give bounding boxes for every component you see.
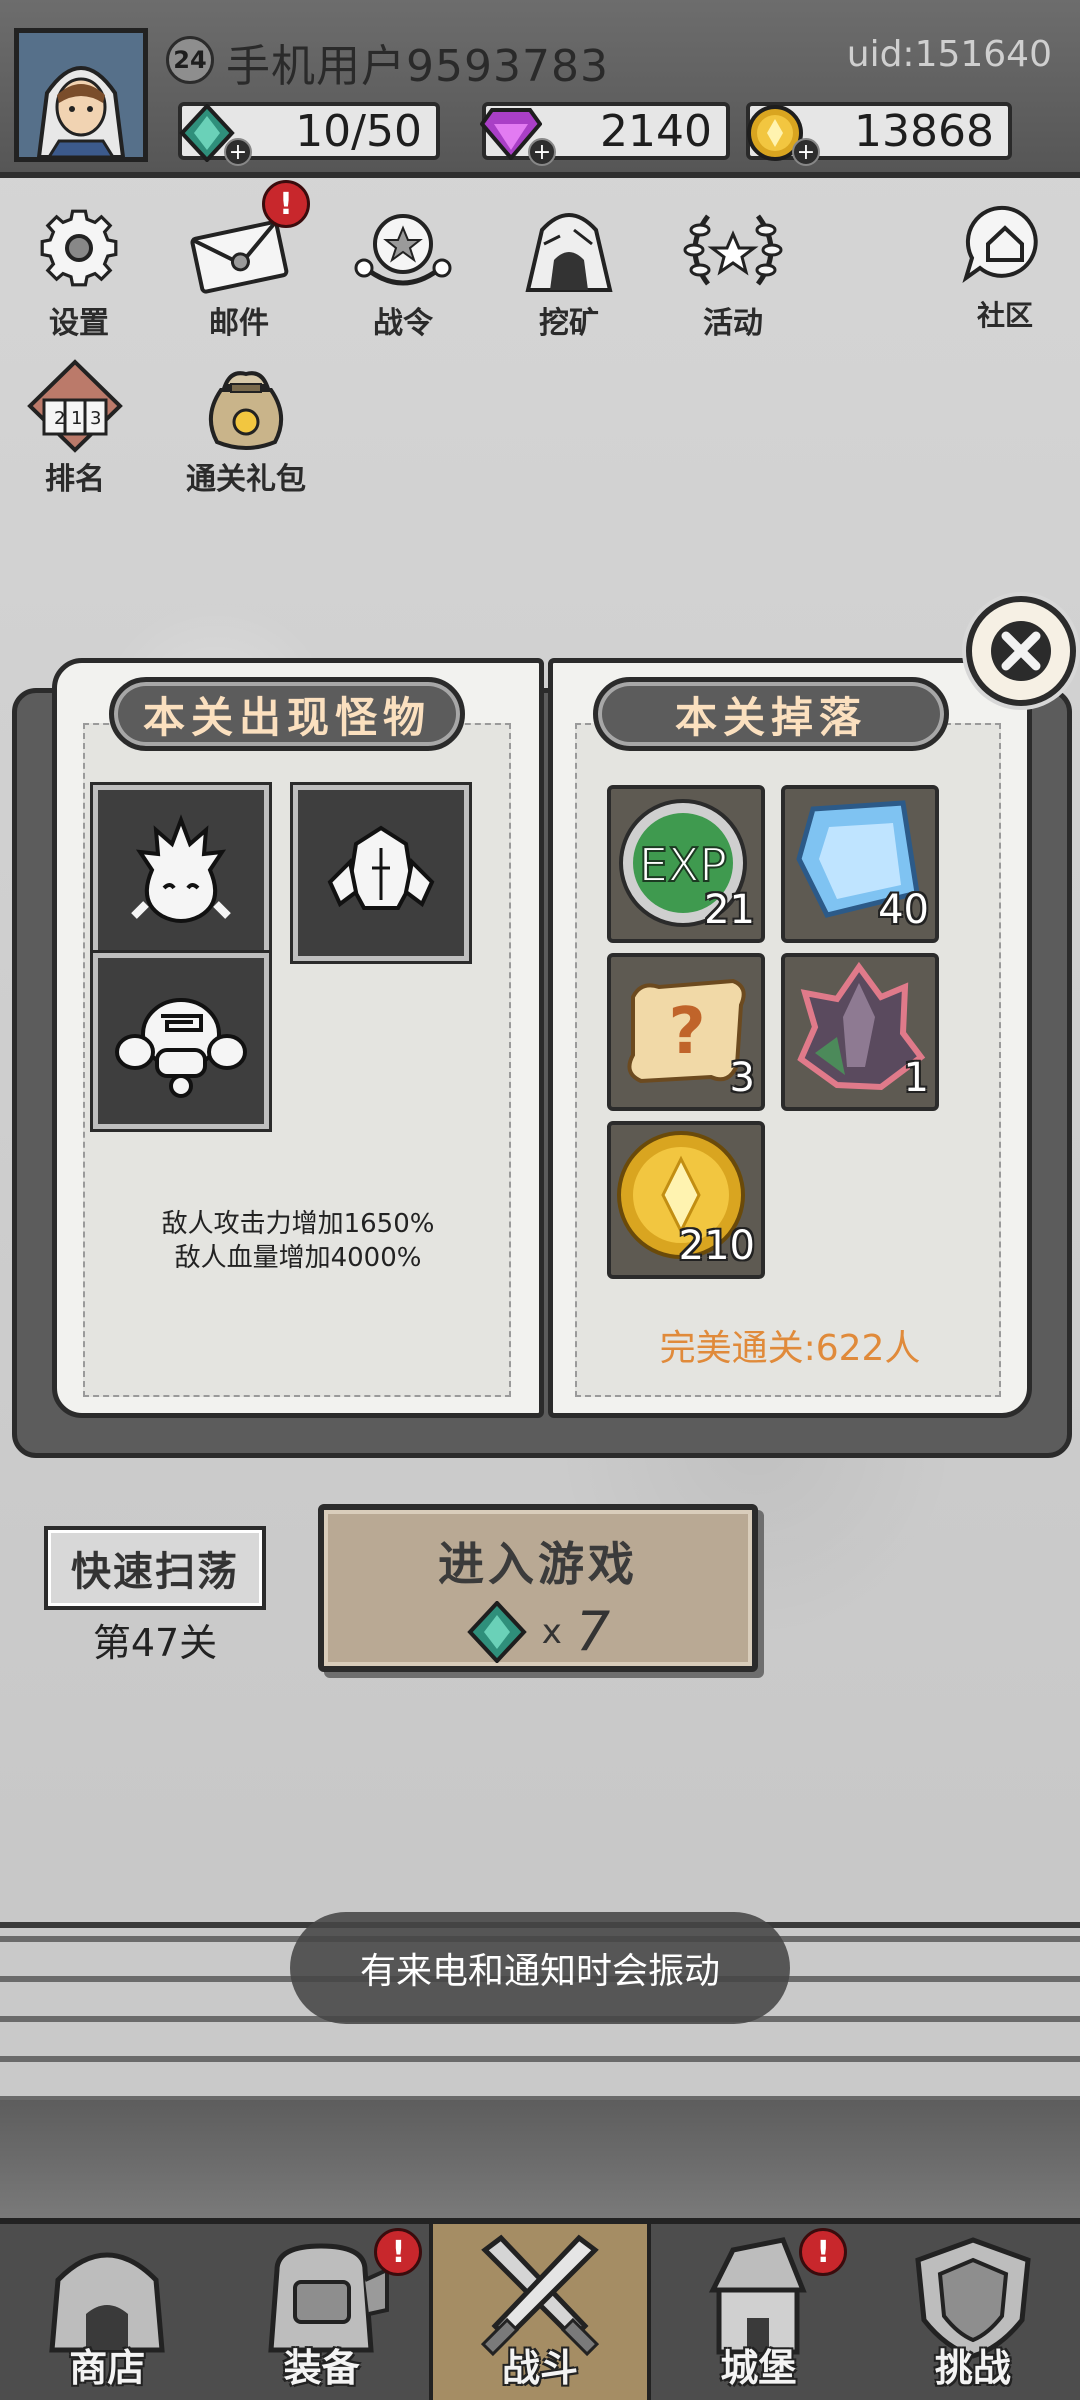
menu-settings[interactable]: 设置 bbox=[14, 200, 144, 342]
gear-icon bbox=[40, 209, 118, 287]
menu-community-label: 社区 bbox=[976, 299, 1033, 332]
add-stamina-button[interactable]: + bbox=[224, 138, 252, 166]
monster-flame-blob[interactable] bbox=[90, 782, 272, 964]
nav-equipment[interactable]: ! 装备 bbox=[214, 2224, 428, 2400]
gift-sack-icon bbox=[209, 371, 283, 450]
mine-cave-icon bbox=[525, 213, 613, 292]
drops-title: 本关掉落 bbox=[593, 677, 949, 751]
mail-notification-badge: ! bbox=[262, 180, 310, 228]
enter-game-button[interactable]: 进入游戏 x 7 bbox=[318, 1504, 758, 1672]
armored-beast-monster-icon bbox=[115, 998, 247, 1098]
menu-mail[interactable]: 邮件 ! bbox=[174, 180, 310, 342]
enter-cost: x 7 bbox=[324, 1600, 752, 1663]
drop-crystal-qty: 1 bbox=[903, 1055, 929, 1101]
flame-blob-monster-icon bbox=[131, 814, 231, 923]
menu-events-label: 活动 bbox=[703, 306, 763, 341]
stamina-counter: + 10/50 bbox=[178, 102, 440, 166]
drop-mystery-scroll[interactable]: ? 3 bbox=[607, 953, 765, 1111]
menu-mining[interactable]: 挖矿 bbox=[504, 200, 634, 342]
menu-ranking[interactable]: 2 1 3 排名 bbox=[10, 356, 140, 498]
drop-scroll-qty: 3 bbox=[729, 1055, 755, 1101]
uid-label: uid:151640 bbox=[846, 34, 1052, 75]
battle-pass-emblem-icon bbox=[354, 214, 452, 286]
nav-battle-label: 战斗 bbox=[502, 2346, 579, 2390]
perfect-clear-count: 完美通关:622人 bbox=[659, 1328, 921, 1369]
laurel-wreath-icon bbox=[683, 214, 783, 286]
drop-dark-crystal[interactable]: 1 bbox=[781, 953, 939, 1111]
menu-mail-label: 邮件 bbox=[209, 306, 269, 341]
cost-value: 7 bbox=[575, 1600, 611, 1663]
cost-multiplier: x bbox=[541, 1611, 562, 1652]
ground-strip bbox=[0, 2100, 1080, 2220]
drop-gold-coin[interactable]: 210 bbox=[607, 1121, 765, 1279]
enemy-attack-buff: 敌人攻击力增加1650% bbox=[161, 1209, 435, 1239]
svg-text:2: 2 bbox=[54, 408, 65, 429]
drop-exp[interactable]: EXP 21 bbox=[607, 785, 765, 943]
menu-clear-gift[interactable]: 通关礼包 bbox=[176, 356, 316, 498]
svg-text:1: 1 bbox=[71, 408, 82, 429]
username: 手机用户9593783 bbox=[226, 41, 609, 92]
system-toast: 有来电和通知时会振动 bbox=[290, 1912, 790, 2024]
menu-events[interactable]: 活动 bbox=[668, 200, 798, 342]
coins-counter: + 13868 bbox=[746, 102, 1012, 166]
nav-shop-label: 商店 bbox=[69, 2346, 146, 2390]
nav-equipment-label: 装备 bbox=[283, 2346, 360, 2390]
monster-armored-beast[interactable] bbox=[90, 950, 272, 1132]
enter-game-label: 进入游戏 bbox=[438, 1537, 638, 1591]
stage-info-book: 本关出现怪物 敌人攻击力增加1650% 敌人血量增加4000% 本关掉落 EXP… bbox=[12, 648, 1072, 1458]
nav-battle[interactable]: 战斗 bbox=[428, 2224, 652, 2400]
ranking-podium-icon: 2 1 3 bbox=[27, 359, 123, 453]
nav-challenge[interactable]: 挑战 bbox=[866, 2224, 1080, 2400]
menu-battle-pass[interactable]: 战令 bbox=[338, 200, 468, 342]
nav-challenge-label: 挑战 bbox=[934, 2346, 1011, 2390]
gems-value: 2140 bbox=[600, 105, 712, 157]
player-avatar[interactable] bbox=[14, 28, 148, 162]
menu-clear-gift-label: 通关礼包 bbox=[186, 462, 306, 497]
bottom-nav: 商店 ! 装备 战斗 ! 城堡 挑战 bbox=[0, 2218, 1080, 2400]
hooded-hero-avatar-icon bbox=[19, 33, 143, 157]
menu-settings-label: 设置 bbox=[49, 306, 109, 341]
stamina-value: 10/50 bbox=[295, 105, 422, 157]
level-badge: 24 bbox=[166, 36, 214, 84]
menu-battle-pass-label: 战令 bbox=[373, 306, 433, 341]
nav-shop[interactable]: 商店 bbox=[0, 2224, 214, 2400]
drops-page: 本关掉落 EXP 21 40 ? 3 1 210 完美通关:622人 bbox=[548, 658, 1032, 1418]
enemy-hp-buff: 敌人血量增加4000% bbox=[174, 1243, 422, 1273]
svg-text:?: ? bbox=[668, 995, 705, 1069]
monsters-title: 本关出现怪物 bbox=[109, 677, 465, 751]
drop-coin-qty: 210 bbox=[678, 1223, 755, 1269]
crystal-golem-monster-icon bbox=[327, 825, 435, 910]
equipment-notification-badge: ! bbox=[374, 2228, 423, 2276]
menu-mining-label: 挖矿 bbox=[539, 306, 599, 341]
monsters-page: 本关出现怪物 敌人攻击力增加1650% 敌人血量增加4000% bbox=[52, 658, 544, 1418]
drop-blue-gem[interactable]: 40 bbox=[781, 785, 939, 943]
home-bubble-icon bbox=[962, 205, 1038, 284]
quick-sweep-button[interactable]: 快速扫荡 bbox=[44, 1526, 266, 1610]
menu-ranking-label: 排名 bbox=[45, 462, 105, 497]
nav-castle[interactable]: ! 城堡 bbox=[651, 2224, 865, 2400]
stage-number: 第47关 bbox=[92, 1621, 218, 1665]
menu-community[interactable]: 社区 bbox=[940, 196, 1070, 334]
coins-value: 13868 bbox=[854, 105, 994, 157]
gems-counter: + 2140 bbox=[480, 102, 730, 166]
close-book-button[interactable] bbox=[966, 596, 1076, 706]
nav-castle-label: 城堡 bbox=[720, 2346, 797, 2390]
svg-text:3: 3 bbox=[90, 408, 101, 429]
drop-exp-qty: 21 bbox=[704, 887, 755, 933]
exp-label: EXP bbox=[639, 838, 727, 892]
top-bar: 24 手机用户9593783 uid:151640 + 10/50 + 2140… bbox=[0, 0, 1080, 178]
castle-notification-badge: ! bbox=[799, 2228, 848, 2276]
add-gems-button[interactable]: + bbox=[528, 138, 556, 166]
drop-blue-gem-qty: 40 bbox=[878, 887, 929, 933]
add-coins-button[interactable]: + bbox=[792, 138, 820, 166]
close-icon bbox=[991, 621, 1051, 681]
energy-crystal-icon bbox=[467, 1600, 527, 1663]
monster-crystal-golem[interactable] bbox=[290, 782, 472, 964]
